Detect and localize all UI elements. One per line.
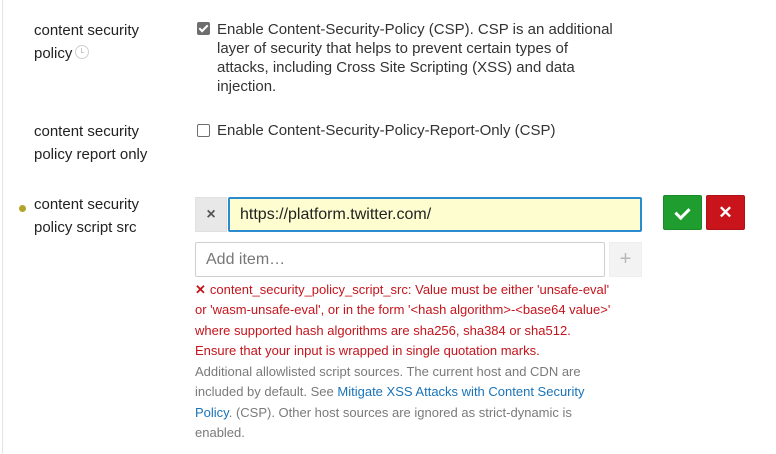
script-src-item-input[interactable] (228, 197, 642, 232)
csp-checkbox-text-line1: Enable Content-Security-Policy (CSP). CS… (217, 21, 613, 38)
help-line4: enabled. (195, 425, 245, 441)
csp-checkbox-text-line3: attacks, including Cross Site Scripting … (217, 59, 575, 76)
error-line3: where supported hash algorithms are sha2… (195, 322, 571, 338)
csp-label-line2: policy (34, 42, 139, 65)
validation-error: ✕ content_security_policy_script_src: Val… (195, 280, 650, 362)
csp-report-only-checkbox[interactable] (197, 124, 210, 137)
mitigate-xss-link[interactable]: Mitigate XSS Attacks with Content Securi… (337, 384, 584, 399)
panel-border (2, 0, 3, 454)
csp-script-src-label-line2: policy script src (34, 219, 137, 236)
remove-item-icon: × (206, 206, 216, 223)
csp-script-src-label: content security policy script src (34, 193, 139, 239)
csp-label: content security policy (34, 19, 139, 65)
csp-report-only-label: content security policy report only (34, 120, 147, 166)
csp-checkbox-text-line4: injection. (217, 78, 277, 95)
help-line1: Additional allowlisted script sources. T… (195, 364, 581, 379)
add-item-input[interactable] (195, 242, 605, 277)
csp-label-line1: content security (34, 22, 140, 39)
modified-indicator-dot (19, 205, 26, 212)
mitigate-xss-link-cont[interactable]: Policy (195, 405, 229, 420)
help-line3: Policy. (CSP). Other host sources are ig… (195, 404, 572, 420)
csp-report-only-label-line1: content security (34, 123, 140, 140)
cancel-button[interactable]: ✕ (706, 195, 745, 230)
csp-report-only-checkbox-label[interactable]: Enable Content-Security-Policy-Report-On… (217, 121, 555, 140)
remove-item-button[interactable]: × (195, 197, 227, 232)
csp-report-only-label-line2: policy report only (34, 146, 148, 163)
error-line1: ✕ content_security_policy_script_src: Val… (195, 282, 610, 297)
help-text: Additional allowlisted script sources. T… (195, 362, 650, 444)
plus-icon: + (619, 248, 632, 270)
preferences-panel: content security policy Enable Content-S… (0, 0, 776, 454)
error-line4: Ensure that your input is wrapped in sin… (195, 343, 540, 359)
close-icon: ✕ (718, 203, 733, 222)
error-icon: ✕ (195, 282, 206, 297)
history-icon[interactable] (75, 45, 90, 59)
csp-script-src-label-line1: content security (34, 196, 140, 213)
help-line2: included by default. See Mitigate XSS At… (195, 384, 585, 400)
save-button[interactable] (663, 195, 702, 230)
csp-checkbox-label[interactable]: Enable Content-Security-Policy (CSP). CS… (217, 20, 613, 96)
error-line2: or 'wasm-unsafe-eval', or in the form '<… (195, 302, 611, 318)
csp-checkbox[interactable] (197, 22, 210, 35)
add-item-button[interactable]: + (609, 242, 642, 277)
csp-checkbox-text-line2: layer of security that helps to prevent … (217, 40, 569, 57)
